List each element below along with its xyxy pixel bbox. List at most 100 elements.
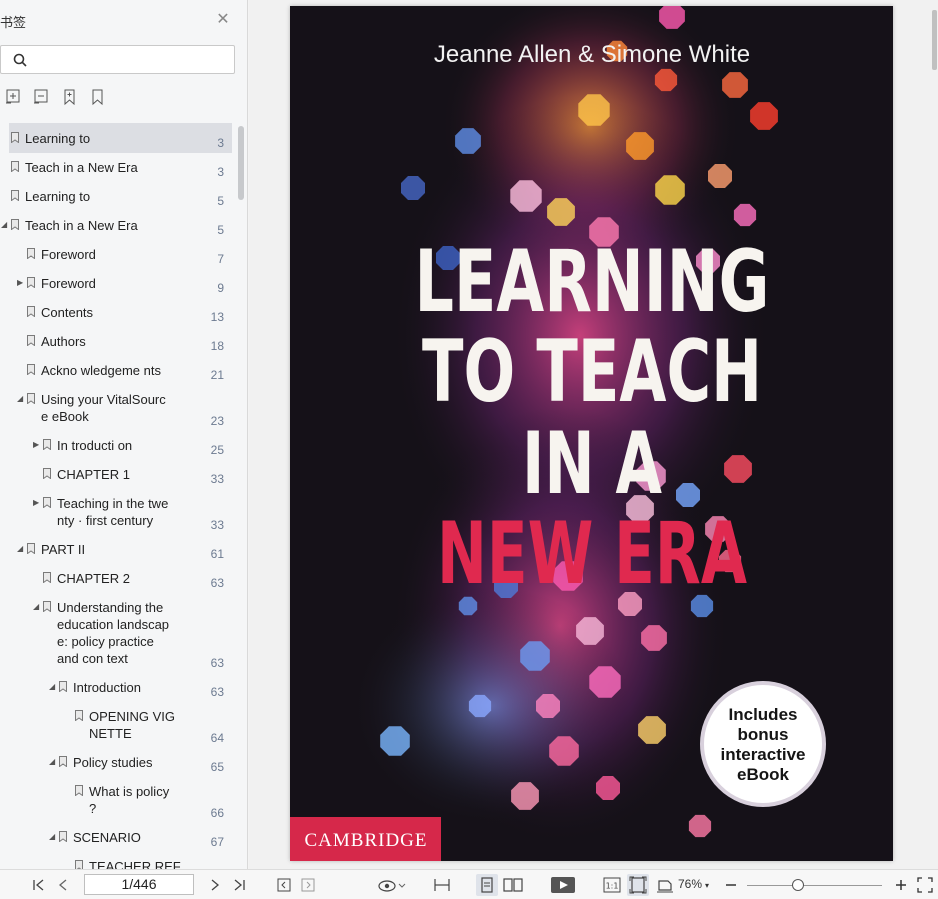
bookmark-item[interactable]: ▶ Foreword 9 (0, 268, 236, 297)
bookmark-flag-icon (27, 306, 35, 317)
last-page-icon[interactable] (231, 877, 247, 893)
bokeh-light (511, 782, 539, 810)
first-page-icon[interactable] (31, 877, 47, 893)
badge-line-4: eBook (737, 765, 790, 784)
bookmark-flag-icon (43, 572, 51, 583)
bookmark-icon[interactable] (89, 88, 107, 106)
play-icon[interactable] (551, 877, 575, 893)
zoom-slider-track[interactable] (747, 885, 882, 886)
rotate-icon[interactable] (656, 877, 674, 893)
forward-icon[interactable] (300, 877, 316, 893)
fit-width-icon[interactable] (433, 877, 451, 893)
bokeh-light (578, 94, 610, 126)
zoom-level-dropdown[interactable]: 76% ▾ (678, 877, 709, 891)
bookmark-item[interactable]: Ackno wledgeme nts 21 (0, 355, 236, 384)
bookmark-item[interactable]: ◢ Policy studies 65 (0, 747, 236, 776)
bokeh-light (654, 68, 678, 92)
zoom-in-icon[interactable] (894, 877, 908, 893)
bookmark-item[interactable]: Learning to 5 (0, 181, 236, 210)
fullscreen-icon[interactable] (917, 877, 933, 893)
bookmark-flag-icon (27, 543, 35, 554)
bookmark-item[interactable]: ▶ Teaching in the twe nty · first century… (0, 488, 236, 534)
bookmark-label: Policy studies (73, 755, 153, 770)
bookmark-flag-icon (43, 468, 51, 479)
bookmark-item[interactable]: Learning to 3 (0, 123, 236, 153)
bookmark-item[interactable]: Authors 18 (0, 326, 236, 355)
bookmark-item[interactable]: ▶ In troducti on 25 (0, 430, 236, 459)
read-mode-icon[interactable] (378, 877, 406, 893)
bookmark-flag-icon (27, 335, 35, 346)
bookmark-label: SCENARIO (73, 830, 141, 845)
bookmark-page-number: 64 (210, 731, 224, 745)
bookmark-search-box[interactable] (0, 45, 235, 74)
bookmark-item[interactable]: What is policy ? 66 (0, 776, 236, 822)
bokeh-light (536, 694, 560, 718)
bookmark-item[interactable]: ◢ SCENARIO 67 (0, 822, 236, 851)
bookmark-flag-icon (75, 860, 83, 869)
collapse-arrow-icon[interactable]: ◢ (33, 603, 41, 611)
collapse-arrow-icon[interactable]: ◢ (49, 683, 57, 691)
bookmark-item[interactable]: ◢ PART II 61 (0, 534, 236, 563)
document-scrollbar[interactable] (932, 10, 937, 70)
bokeh-light (708, 164, 732, 188)
add-bookmark-icon[interactable] (61, 88, 79, 106)
bookmark-flag-icon (59, 681, 67, 692)
bookmark-item[interactable]: OPENING VIG NETTE 64 (0, 701, 236, 747)
bookmark-panel: 书签 ✕ Learning to 3 Teach in a New Era 3 Lear… (0, 0, 248, 869)
bookmark-flag-icon (11, 190, 19, 201)
search-icon (13, 53, 27, 67)
bookmark-search-input[interactable] (33, 50, 228, 70)
expand-all-icon[interactable] (5, 88, 23, 106)
back-icon[interactable] (276, 877, 292, 893)
bookmark-page-number: 9 (217, 281, 224, 295)
bookmark-item[interactable]: CHAPTER 1 33 (0, 459, 236, 488)
bookmark-item[interactable]: Contents 13 (0, 297, 236, 326)
expand-arrow-icon[interactable]: ▶ (17, 279, 25, 287)
page-number-input[interactable]: 1/446 (84, 874, 194, 895)
zoom-out-icon[interactable] (724, 877, 738, 893)
bookmark-page-number: 5 (217, 194, 224, 208)
bookmark-item[interactable]: CHAPTER 2 63 (0, 563, 236, 592)
cover-title-accent: NEW ERA (437, 504, 747, 604)
two-page-icon[interactable] (503, 877, 523, 893)
bookmark-flag-icon (27, 364, 35, 375)
document-view[interactable]: Jeanne Allen & Simone White LEARNING TO … (249, 0, 938, 869)
expand-arrow-icon[interactable]: ▶ (33, 499, 41, 507)
zoom-slider-handle[interactable] (792, 879, 805, 891)
prev-page-icon[interactable] (55, 877, 71, 893)
collapse-arrow-icon[interactable]: ◢ (17, 545, 25, 553)
expand-arrow-icon[interactable]: ▶ (33, 441, 41, 449)
bookmark-panel-title: 书签 (0, 15, 27, 30)
bookmark-item[interactable]: ◢ Teach in a New Era 5 (0, 210, 236, 239)
close-icon[interactable]: ✕ (216, 12, 230, 28)
bokeh-light (688, 814, 712, 838)
collapse-arrow-icon[interactable]: ◢ (49, 758, 57, 766)
bookmark-item[interactable]: ◢ Using your VitalSourc e eBook 23 (0, 384, 236, 430)
bookmark-item[interactable]: Foreword 7 (0, 239, 236, 268)
actual-size-icon[interactable]: 1:1 (603, 877, 621, 893)
bookmark-flag-icon (27, 393, 35, 404)
fit-page-icon[interactable] (627, 874, 649, 896)
bottom-toolbar: 1/446 1:1 76% ▾ (0, 869, 938, 899)
collapse-all-icon[interactable] (33, 88, 51, 106)
bookmark-page-number: 3 (217, 165, 224, 179)
bookmark-label: Learning to (25, 131, 91, 146)
bookmark-page-number: 25 (210, 443, 224, 457)
badge-line-1: Includes (729, 705, 798, 724)
bookmark-scrollbar[interactable] (238, 126, 244, 200)
bookmark-flag-icon (27, 277, 35, 288)
bookmark-label: CHAPTER 1 (57, 467, 130, 482)
bookmark-item[interactable]: ◢ Understanding the education landscap e:… (0, 592, 236, 672)
bookmark-flag-icon (75, 710, 83, 721)
bookmark-label: CHAPTER 2 (57, 571, 130, 586)
bookmark-item[interactable]: TEACHER REF (0, 851, 236, 869)
single-page-icon[interactable] (476, 874, 498, 896)
collapse-arrow-icon[interactable]: ◢ (49, 833, 57, 841)
bookmark-page-number: 23 (210, 414, 224, 428)
collapse-arrow-icon[interactable]: ◢ (1, 221, 9, 229)
zoom-level-value: 76% (678, 877, 703, 891)
collapse-arrow-icon[interactable]: ◢ (17, 395, 25, 403)
next-page-icon[interactable] (207, 877, 223, 893)
bookmark-item[interactable]: ◢ Introduction 63 (0, 672, 236, 701)
bookmark-item[interactable]: Teach in a New Era 3 (0, 152, 236, 181)
